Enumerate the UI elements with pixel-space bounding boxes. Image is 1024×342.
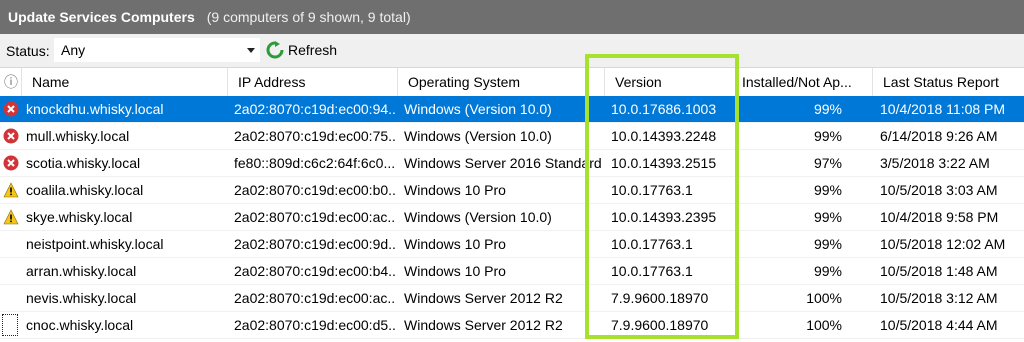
pane-subtitle: (9 computers of 9 shown, 9 total) — [206, 9, 411, 25]
column-header-name[interactable]: Name — [22, 68, 228, 96]
cell-name: skye.whisky.local — [26, 209, 133, 225]
cell-os: Windows 10 Pro — [404, 236, 506, 252]
status-label: Status: — [6, 43, 50, 59]
grid-header: ⓘ Name IP Address Operating System Versi… — [0, 68, 1024, 97]
column-header-info[interactable]: ⓘ — [0, 68, 22, 96]
cell-os: Windows (Version 10.0) — [404, 128, 552, 144]
status-dropdown[interactable]: Any — [54, 38, 260, 62]
focus-indicator — [2, 314, 18, 336]
cell-os: Windows (Version 10.0) — [404, 209, 552, 225]
cell-os: Windows 10 Pro — [404, 182, 506, 198]
cell-os: Windows Server 2012 R2 — [404, 317, 563, 333]
error-icon — [3, 123, 21, 150]
table-row[interactable]: arran.whisky.local 2a02:8070:c19d:ec00:b4… — [0, 258, 1024, 285]
cell-ip: 2a02:8070:c19d:ec00:75... — [234, 128, 396, 144]
cell-ip: 2a02:8070:c19d:ec00:94... — [234, 101, 396, 117]
cell-installed: 99% — [813, 182, 842, 198]
cell-version: 10.0.17763.1 — [611, 182, 693, 198]
cell-installed: 99% — [813, 101, 842, 117]
cell-last: 10/5/2018 1:48 AM — [880, 263, 998, 279]
cell-ip: 2a02:8070:c19d:ec00:b4... — [234, 263, 396, 279]
cell-version: 10.0.17763.1 — [611, 263, 693, 279]
cell-version: 10.0.14393.2248 — [611, 128, 717, 144]
table-row[interactable]: knockdhu.whisky.local 2a02:8070:c19d:ec00… — [0, 96, 1024, 123]
cell-installed: 99% — [813, 209, 842, 225]
pane-titlebar: Update Services Computers (9 computers o… — [0, 0, 1024, 34]
warning-icon — [3, 177, 21, 204]
warning-icon — [3, 204, 21, 231]
cell-os: Windows 10 Pro — [404, 263, 506, 279]
cell-installed: 99% — [813, 128, 842, 144]
cell-version: 10.0.17686.1003 — [611, 101, 717, 117]
cell-last: 10/5/2018 3:12 AM — [880, 290, 998, 306]
cell-last: 10/5/2018 12:02 AM — [880, 236, 1006, 252]
column-header-installed-not-applicable[interactable]: Installed/Not Ap... — [736, 68, 873, 96]
cell-name: knockdhu.whisky.local — [26, 101, 164, 117]
cell-ip: 2a02:8070:c19d:ec00:d5... — [234, 317, 396, 333]
cell-last: 10/5/2018 4:44 AM — [880, 317, 998, 333]
refresh-icon — [266, 41, 284, 59]
cell-version: 7.9.9600.18970 — [611, 317, 709, 333]
refresh-label: Refresh — [288, 42, 338, 58]
no-status-icon — [3, 258, 21, 285]
cell-name: arran.whisky.local — [26, 263, 137, 279]
cell-ip: 2a02:8070:c19d:ec00:b0... — [234, 182, 396, 198]
cell-name: coalila.whisky.local — [26, 182, 144, 198]
cell-name: scotia.whisky.local — [26, 155, 141, 171]
cell-installed: 100% — [806, 317, 842, 333]
cell-name: mull.whisky.local — [26, 128, 130, 144]
cell-last: 10/5/2018 3:03 AM — [880, 182, 998, 198]
cell-last: 3/5/2018 3:22 AM — [880, 155, 990, 171]
chevron-down-icon — [247, 48, 255, 53]
cell-os: Windows (Version 10.0) — [404, 101, 552, 117]
table-row[interactable]: coalila.whisky.local 2a02:8070:c19d:ec00:… — [0, 177, 1024, 204]
cell-version: 10.0.14393.2515 — [611, 155, 717, 171]
table-row[interactable]: cnoc.whisky.local 2a02:8070:c19d:ec00:d5.… — [0, 312, 1024, 339]
column-header-ip-address[interactable]: IP Address — [228, 68, 398, 96]
cell-ip: 2a02:8070:c19d:ec00:ac... — [234, 290, 396, 306]
cell-version: 10.0.17763.1 — [611, 236, 693, 252]
cell-name: neistpoint.whisky.local — [26, 236, 164, 252]
cell-last: 6/14/2018 9:26 AM — [880, 128, 998, 144]
cell-installed: 100% — [806, 290, 842, 306]
cell-ip: 2a02:8070:c19d:ec00:ac... — [234, 209, 396, 225]
cell-last: 10/4/2018 11:08 PM — [880, 101, 1006, 117]
no-status-icon — [3, 285, 21, 312]
cell-last: 10/4/2018 9:58 PM — [880, 209, 999, 225]
column-header-version[interactable]: Version — [605, 68, 736, 96]
cell-ip: fe80::809d:c6c2:64f:6c0... — [234, 155, 396, 171]
update-services-computers-pane: Update Services Computers (9 computers o… — [0, 0, 1024, 342]
table-row[interactable]: scotia.whisky.local fe80::809d:c6c2:64f:6… — [0, 150, 1024, 177]
cell-installed: 99% — [813, 263, 842, 279]
refresh-button[interactable]: Refresh — [266, 41, 337, 59]
cell-version: 10.0.14393.2395 — [611, 209, 717, 225]
status-dropdown-value: Any — [61, 42, 86, 58]
cell-os: Windows Server 2016 Standard — [404, 155, 602, 171]
cell-version: 7.9.9600.18970 — [611, 290, 709, 306]
table-row[interactable]: nevis.whisky.local 2a02:8070:c19d:ec00:ac… — [0, 285, 1024, 312]
error-icon — [3, 96, 21, 123]
toolbar: Status: Any Refresh — [0, 34, 1024, 68]
cell-os: Windows Server 2012 R2 — [404, 290, 563, 306]
table-row[interactable]: mull.whisky.local 2a02:8070:c19d:ec00:75.… — [0, 123, 1024, 150]
table-row[interactable]: neistpoint.whisky.local 2a02:8070:c19d:ec… — [0, 231, 1024, 258]
column-header-operating-system[interactable]: Operating System — [398, 68, 605, 96]
table-row[interactable]: skye.whisky.local 2a02:8070:c19d:ec00:ac.… — [0, 204, 1024, 231]
error-icon — [3, 150, 21, 177]
cell-name: nevis.whisky.local — [26, 290, 137, 306]
cell-installed: 99% — [813, 236, 842, 252]
no-status-icon — [3, 231, 21, 258]
column-header-last-status-report[interactable]: Last Status Report — [873, 68, 1024, 96]
cell-name: cnoc.whisky.local — [26, 317, 134, 333]
cell-ip: 2a02:8070:c19d:ec00:9d... — [234, 236, 396, 252]
pane-title: Update Services Computers — [8, 9, 195, 25]
cell-installed: 97% — [813, 155, 842, 171]
computers-grid: ⓘ Name IP Address Operating System Versi… — [0, 68, 1024, 342]
